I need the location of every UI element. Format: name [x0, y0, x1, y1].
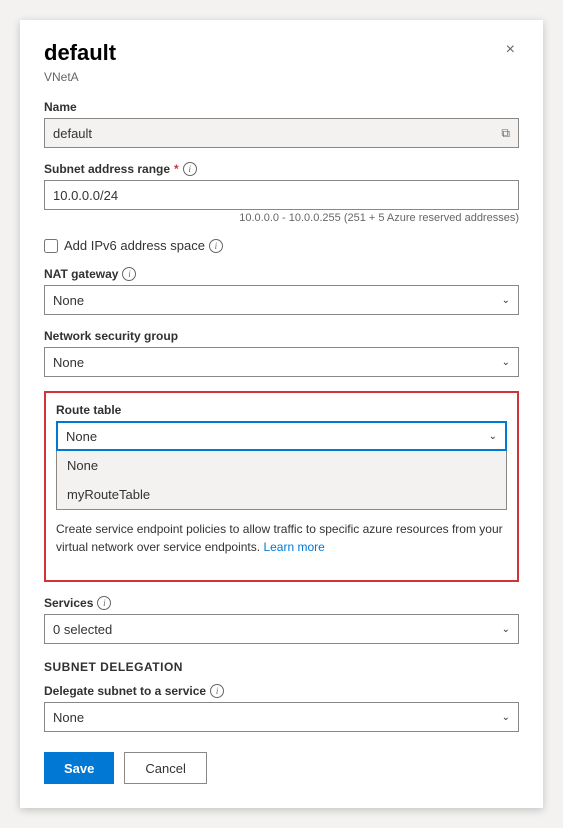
nsg-field-group: Network security group None ⌄	[44, 329, 519, 377]
delegate-label: Delegate subnet to a service i	[44, 684, 519, 698]
subnet-hint: 10.0.0.0 - 10.0.0.255 (251 + 5 Azure res…	[44, 212, 519, 224]
delegate-info-icon[interactable]: i	[210, 684, 224, 698]
panel-header: default ×	[44, 40, 519, 66]
nat-chevron-icon: ⌄	[502, 295, 510, 306]
route-table-options: None myRouteTable	[56, 451, 507, 510]
name-input-wrapper: default ⧉	[44, 118, 519, 148]
services-label: Services i	[44, 596, 519, 610]
nat-field-group: NAT gateway i None ⌄	[44, 267, 519, 315]
nsg-label: Network security group	[44, 329, 519, 343]
learn-more-link[interactable]: Learn more	[263, 540, 324, 554]
ipv6-info-icon[interactable]: i	[209, 239, 223, 253]
nat-dropdown[interactable]: None ⌄	[44, 285, 519, 315]
nsg-value: None	[53, 355, 84, 370]
copy-icon[interactable]: ⧉	[501, 126, 510, 141]
subnet-address-field-group: Subnet address range * i 10.0.0.0 - 10.0…	[44, 162, 519, 224]
route-table-section: Route table None ⌄ None myRouteTable Cre…	[44, 391, 519, 582]
nat-value: None	[53, 293, 84, 308]
route-table-inner: Route table None ⌄ None myRouteTable	[56, 403, 507, 510]
ipv6-checkbox[interactable]	[44, 239, 58, 253]
ipv6-checkbox-row: Add IPv6 address space i	[44, 238, 519, 253]
services-chevron-icon: ⌄	[502, 624, 510, 635]
services-dropdown[interactable]: 0 selected ⌄	[44, 614, 519, 644]
panel-title: default	[44, 40, 116, 66]
route-table-value: None	[66, 429, 97, 444]
name-label: Name	[44, 100, 519, 114]
delegate-dropdown[interactable]: None ⌄	[44, 702, 519, 732]
name-value: default	[53, 126, 92, 141]
delegation-heading: SUBNET DELEGATION	[44, 660, 519, 674]
close-button[interactable]: ×	[502, 40, 519, 60]
subnet-input[interactable]	[44, 180, 519, 210]
endpoint-text: Create service endpoint policies to allo…	[56, 520, 507, 566]
services-value: 0 selected	[53, 622, 112, 637]
ipv6-label: Add IPv6 address space i	[64, 238, 223, 253]
route-table-dropdown[interactable]: None ⌄	[56, 421, 507, 451]
footer: Save Cancel	[44, 752, 519, 784]
nat-label: NAT gateway i	[44, 267, 519, 281]
save-button[interactable]: Save	[44, 752, 114, 784]
panel-subtitle: VNetA	[44, 70, 519, 84]
cancel-button[interactable]: Cancel	[124, 752, 206, 784]
required-indicator: *	[174, 162, 179, 176]
subnet-address-input[interactable]	[53, 188, 510, 203]
route-table-chevron-icon: ⌄	[489, 431, 497, 442]
subnet-edit-panel: default × VNetA Name default ⧉ Subnet ad…	[20, 20, 543, 808]
delegate-value: None	[53, 710, 84, 725]
services-field-group: Services i 0 selected ⌄	[44, 596, 519, 644]
route-option-none[interactable]: None	[57, 451, 506, 480]
route-option-myRouteTable[interactable]: myRouteTable	[57, 480, 506, 509]
delegate-chevron-icon: ⌄	[502, 712, 510, 723]
services-info-icon[interactable]: i	[97, 596, 111, 610]
subnet-label: Subnet address range * i	[44, 162, 519, 176]
route-table-label: Route table	[56, 403, 507, 417]
nsg-chevron-icon: ⌄	[502, 357, 510, 368]
name-field-group: Name default ⧉	[44, 100, 519, 148]
nsg-dropdown[interactable]: None ⌄	[44, 347, 519, 377]
subnet-info-icon[interactable]: i	[183, 162, 197, 176]
delegate-field-group: Delegate subnet to a service i None ⌄	[44, 684, 519, 732]
nat-info-icon[interactable]: i	[122, 267, 136, 281]
